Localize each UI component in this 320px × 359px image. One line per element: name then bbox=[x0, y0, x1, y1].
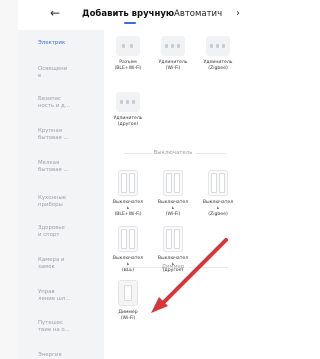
divider bbox=[196, 153, 226, 154]
device-label: Выключател ь (Zigbee) bbox=[202, 200, 234, 217]
device-tile-power-strip-wifi[interactable]: Удлинитель (Wi-Fi) bbox=[151, 36, 195, 90]
socket-icon bbox=[116, 36, 140, 56]
sidebar-item-gateway-control[interactable]: Управ ление шл... bbox=[38, 289, 96, 303]
device-label: Удлинитель (другое) bbox=[113, 116, 143, 127]
tab-auto-scan[interactable]: Автоматич bbox=[174, 9, 222, 19]
top-bar: ← Добавить вручную Автоматич › bbox=[18, 0, 242, 30]
device-tile-switch-ble[interactable]: Выключател ь (BLE) bbox=[106, 226, 150, 280]
device-tile-power-strip-zigbee[interactable]: Удлинитель (Zigbee) bbox=[196, 36, 240, 90]
sidebar-item-kitchen[interactable]: Кухонные приборы bbox=[38, 195, 96, 209]
power-strip-icon bbox=[161, 36, 185, 56]
chevron-right-icon[interactable]: › bbox=[236, 7, 242, 21]
power-strip-icon bbox=[206, 36, 230, 56]
sidebar-item-small-appliances[interactable]: Мелкая бытовая ... bbox=[38, 160, 96, 174]
wall-switch-icon bbox=[118, 170, 138, 196]
app-screen: ← Добавить вручную Автоматич › Электрик … bbox=[18, 0, 242, 359]
device-tile-switch-zigbee[interactable]: Выключател ь (Zigbee) bbox=[196, 170, 240, 224]
device-tile-socket-ble-wifi[interactable]: Разъем (BLE+Wi-Fi) bbox=[106, 36, 150, 90]
device-label: Выключател ь (BLE+Wi-Fi) bbox=[112, 200, 144, 217]
left-margin bbox=[0, 0, 18, 359]
sidebar-item-travel[interactable]: Путешес твие на о... bbox=[38, 320, 96, 334]
category-sidebar: Электрик Освещени е Безопас ность и д...… bbox=[18, 30, 104, 359]
device-label: Выключател ь (Wi-Fi) bbox=[157, 200, 189, 217]
wall-switch-icon bbox=[163, 226, 183, 252]
device-grid: Разъем (BLE+Wi-Fi) Удлинитель (Wi-Fi) Уд… bbox=[104, 30, 242, 359]
sidebar-item-large-appliances[interactable]: Крупная бытовая ... bbox=[38, 128, 96, 142]
sidebar-item-electric[interactable]: Электрик bbox=[38, 40, 96, 47]
sidebar-item-lighting[interactable]: Освещени е bbox=[38, 66, 96, 80]
dimmer-icon bbox=[118, 280, 138, 306]
device-tile-switch-wifi[interactable]: Выключател ь (Wi-Fi) bbox=[151, 170, 195, 224]
device-tile-dimmer-wifi[interactable]: Диммер (Wi-Fi) bbox=[106, 280, 150, 334]
tab-add-manually[interactable]: Добавить вручную bbox=[82, 9, 174, 19]
device-tile-switch-other[interactable]: Выключател ь (другое) bbox=[151, 226, 195, 280]
device-tile-switch-ble-wifi[interactable]: Выключател ь (BLE+Wi-Fi) bbox=[106, 170, 150, 224]
device-label: Разъем (BLE+Wi-Fi) bbox=[114, 60, 142, 71]
active-tab-indicator bbox=[124, 22, 136, 24]
device-tile-power-strip-other[interactable]: Удлинитель (другое) bbox=[106, 92, 150, 146]
power-strip-icon bbox=[116, 92, 140, 112]
device-label: Удлинитель (Zigbee) bbox=[203, 60, 233, 71]
device-label: Диммер (Wi-Fi) bbox=[118, 310, 138, 321]
device-label: Удлинитель (Wi-Fi) bbox=[158, 60, 188, 71]
sidebar-item-energy[interactable]: Энергия bbox=[38, 352, 96, 359]
sidebar-item-camera-lock[interactable]: Камера и замок bbox=[38, 257, 96, 271]
sidebar-item-security[interactable]: Безопас ность и д... bbox=[38, 96, 96, 110]
wall-switch-icon bbox=[208, 170, 228, 196]
sidebar-item-health[interactable]: Здоровье и спорт bbox=[38, 225, 96, 239]
divider bbox=[188, 267, 228, 268]
back-icon[interactable]: ← bbox=[48, 6, 62, 20]
wall-switch-icon bbox=[163, 170, 183, 196]
wall-switch-icon bbox=[118, 226, 138, 252]
